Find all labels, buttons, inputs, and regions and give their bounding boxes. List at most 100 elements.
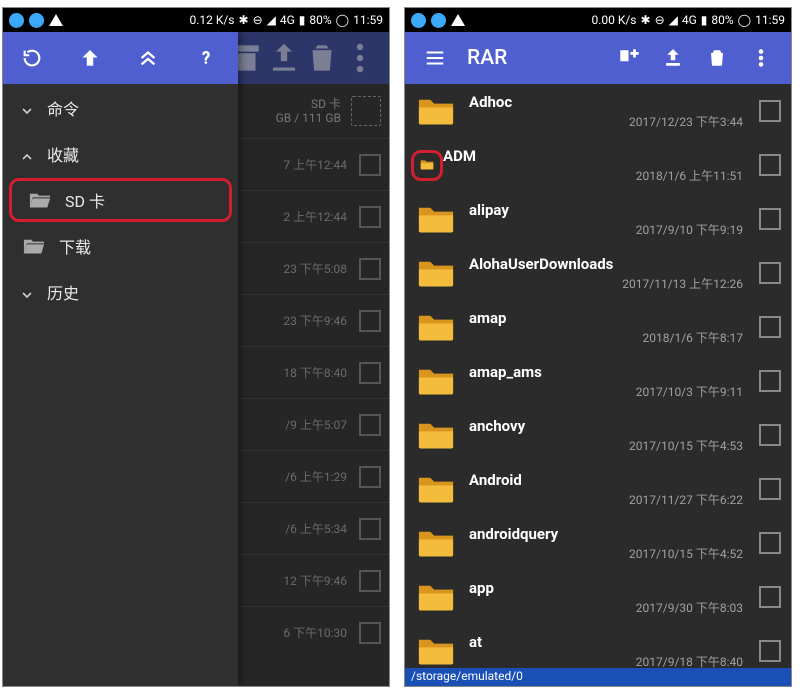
- file-row[interactable]: ADM 2018/1/6 上午11:51: [405, 138, 791, 192]
- extract-icon[interactable]: [265, 39, 303, 77]
- file-name: Android: [469, 471, 749, 489]
- file-row[interactable]: alipay 2017/9/10 下午9:19: [405, 192, 791, 246]
- double-up-icon[interactable]: [119, 36, 177, 80]
- clock-time: 11:59: [755, 13, 785, 27]
- overflow-icon[interactable]: [341, 39, 379, 77]
- archive-add-icon[interactable]: [607, 36, 651, 80]
- help-icon[interactable]: ?: [177, 36, 235, 80]
- battery-icon: ▮: [299, 13, 306, 27]
- favorite-label: 下载: [59, 234, 91, 258]
- trash-icon[interactable]: [695, 36, 739, 80]
- file-row[interactable]: anchovy2017/10/15 下午4:53: [405, 408, 791, 462]
- bg-row[interactable]: 12 下午9:46: [238, 554, 389, 606]
- status-bar: 0.00 K/s ✱ ⊖ ◢ 4G ▮ 80% ◯ 11:59: [405, 8, 791, 32]
- section-commands[interactable]: 命令: [3, 84, 238, 130]
- globe-icon: [411, 13, 426, 28]
- checkbox[interactable]: [759, 424, 781, 446]
- file-name: at: [469, 633, 749, 651]
- checkbox[interactable]: [359, 466, 381, 488]
- folder-icon: [417, 420, 455, 450]
- file-list[interactable]: Adhoc2017/12/23 下午3:44 ADM 2018/1/6 上午11:5…: [405, 84, 791, 668]
- checkbox[interactable]: [359, 570, 381, 592]
- battery-icon: ▮: [701, 13, 708, 27]
- favorite-item[interactable]: SD 卡: [9, 178, 232, 222]
- bg-title: SD 卡: [276, 97, 341, 111]
- warning-icon: [49, 14, 63, 26]
- bg-row[interactable]: /6 上午1:29: [238, 450, 389, 502]
- bg-row[interactable]: 7 上午12:44: [238, 138, 389, 190]
- checkbox[interactable]: [759, 640, 781, 662]
- checkbox[interactable]: [359, 414, 381, 436]
- file-date: 2017/10/3 下午9:11: [469, 383, 749, 400]
- file-row[interactable]: amap2018/1/6 下午8:17: [405, 300, 791, 354]
- bg-row[interactable]: /6 上午5:34: [238, 502, 389, 554]
- checkbox[interactable]: [359, 154, 381, 176]
- nav-drawer: ? 命令 收藏 SD 卡下载 历史: [3, 32, 238, 686]
- bg-row[interactable]: 6 下午10:30: [238, 606, 389, 658]
- bg-row[interactable]: /9 上午5:07: [238, 398, 389, 450]
- bg-row[interactable]: 18 下午8:40: [238, 346, 389, 398]
- file-row[interactable]: Adhoc2017/12/23 下午3:44: [405, 84, 791, 138]
- checkbox[interactable]: [759, 208, 781, 230]
- folder-open-icon: [23, 237, 45, 255]
- checkbox[interactable]: [759, 262, 781, 284]
- bg-row[interactable]: 23 下午9:46: [238, 294, 389, 346]
- checkbox[interactable]: [359, 310, 381, 332]
- file-name: ADM: [443, 147, 749, 165]
- file-row[interactable]: amap_ams2017/10/3 下午9:11: [405, 354, 791, 408]
- net-speed: 0.00 K/s: [591, 13, 636, 27]
- checkbox[interactable]: [759, 154, 781, 176]
- refresh-icon[interactable]: [3, 36, 61, 80]
- file-row[interactable]: AlohaUserDownloads2017/11/13 上午12:26: [405, 246, 791, 300]
- checkbox[interactable]: [759, 478, 781, 500]
- bg-row[interactable]: 2 上午12:44: [238, 190, 389, 242]
- select-all-icon[interactable]: [351, 96, 381, 126]
- clock-icon: ◯: [738, 13, 751, 27]
- checkbox[interactable]: [759, 100, 781, 122]
- overflow-icon[interactable]: [739, 36, 783, 80]
- trash-icon[interactable]: [303, 39, 341, 77]
- battery-pct: 80%: [711, 13, 733, 27]
- checkbox[interactable]: [759, 316, 781, 338]
- file-name: alipay: [469, 201, 749, 219]
- checkbox[interactable]: [359, 518, 381, 540]
- checkbox[interactable]: [759, 586, 781, 608]
- file-name: Adhoc: [469, 93, 749, 111]
- bg-row-date: 7 上午12:44: [283, 156, 347, 173]
- file-date: 2017/9/18 下午8:40: [469, 653, 749, 669]
- section-history[interactable]: 历史: [3, 268, 238, 314]
- checkbox[interactable]: [359, 362, 381, 384]
- chevron-up-icon: [21, 148, 33, 160]
- file-name: amap: [469, 309, 749, 327]
- hamburger-icon[interactable]: [413, 36, 457, 80]
- net-type: 4G: [682, 13, 697, 27]
- section-label: 收藏: [47, 142, 79, 166]
- file-row[interactable]: at 2017/9/18 下午8:40: [405, 624, 791, 668]
- checkbox[interactable]: [359, 206, 381, 228]
- bg-row[interactable]: 23 下午5:08: [238, 242, 389, 294]
- file-row[interactable]: Android2017/11/27 下午6:22: [405, 462, 791, 516]
- section-label: 命令: [47, 96, 79, 120]
- net-type: 4G: [280, 13, 295, 27]
- path-bar: /storage/emulated/0: [405, 668, 791, 686]
- globe-icon: [29, 13, 44, 28]
- checkbox[interactable]: [359, 622, 381, 644]
- file-row[interactable]: androidquery2017/10/15 下午4:52: [405, 516, 791, 570]
- signal-icon: ◢: [267, 13, 276, 27]
- bluetooth-icon: ✱: [239, 13, 249, 27]
- checkbox[interactable]: [359, 258, 381, 280]
- favorite-item[interactable]: 下载: [3, 224, 238, 268]
- file-date: 2017/9/10 下午9:19: [469, 221, 749, 238]
- extract-icon[interactable]: [651, 36, 695, 80]
- app-title: RAR: [467, 46, 507, 70]
- folder-icon: [417, 366, 455, 396]
- file-date: 2017/10/15 下午4:53: [469, 437, 749, 454]
- bluetooth-icon: ✱: [641, 13, 651, 27]
- up-arrow-icon[interactable]: [61, 36, 119, 80]
- section-favorites[interactable]: 收藏: [3, 130, 238, 176]
- checkbox[interactable]: [759, 370, 781, 392]
- checkbox[interactable]: [759, 532, 781, 554]
- folder-icon: [417, 204, 455, 234]
- file-date: 2018/1/6 上午11:51: [443, 167, 749, 184]
- file-row[interactable]: app2017/9/30 下午8:03: [405, 570, 791, 624]
